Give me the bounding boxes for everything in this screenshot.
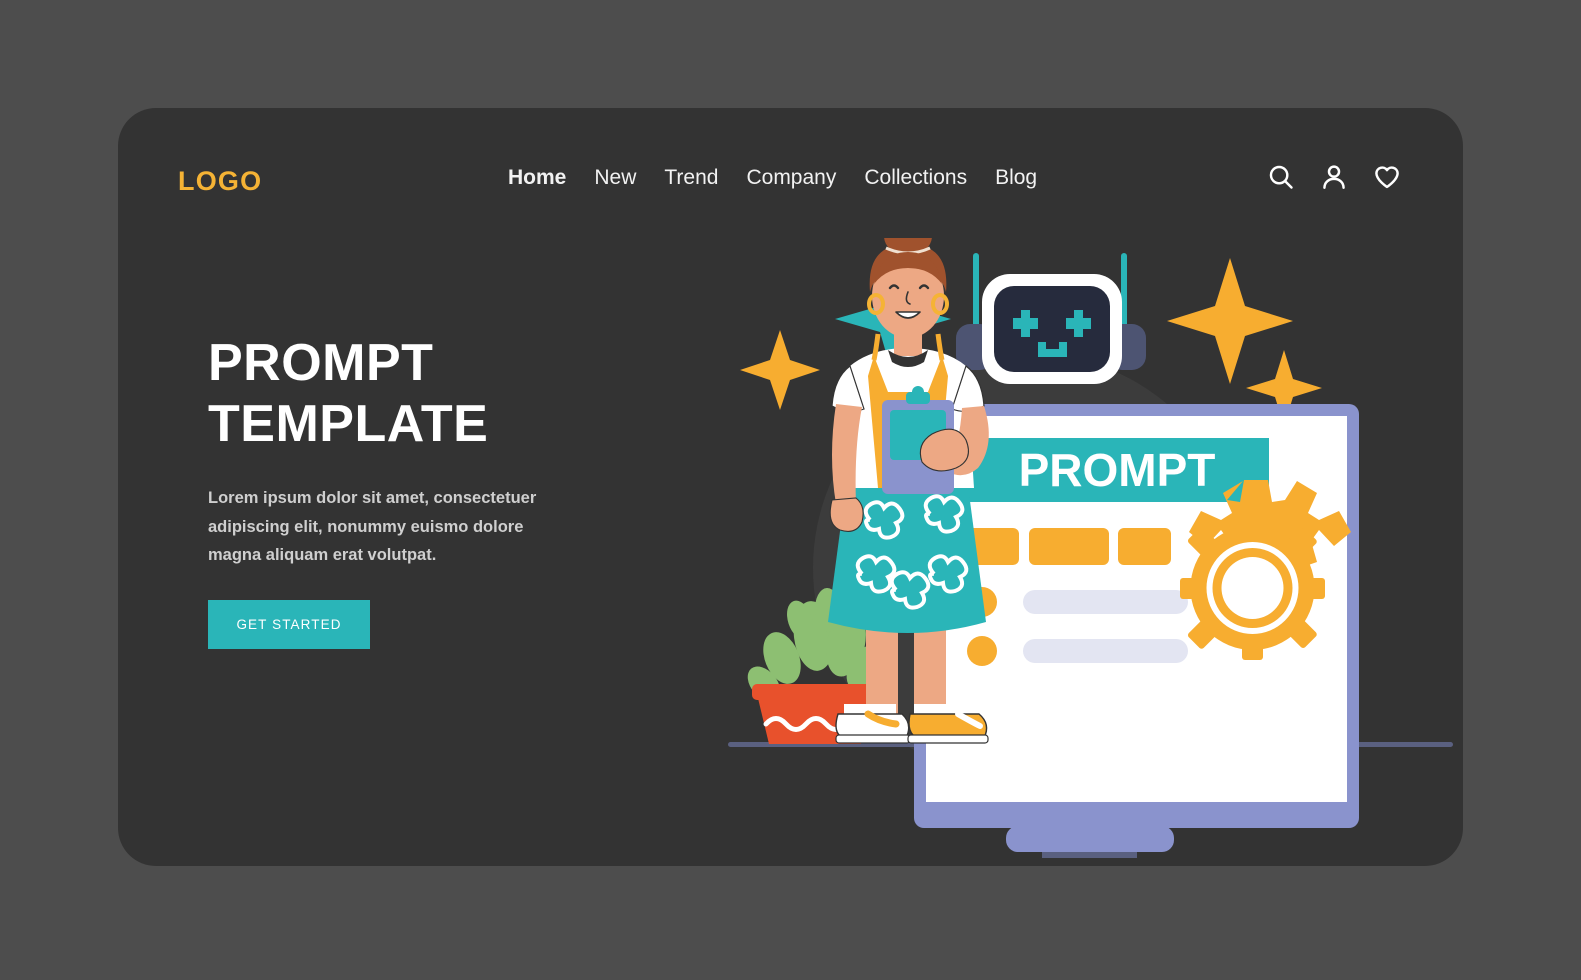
robot-face-screen [994,286,1110,372]
main-nav: Home New Trend Company Collections Blog [508,166,1037,190]
sparkle-orange-right-large [1167,258,1293,384]
screen-chip-3 [1118,528,1171,565]
robot-antenna-left [973,253,979,331]
nav-item-home[interactable]: Home [508,166,566,190]
monitor-base [1006,826,1174,852]
nav-item-new[interactable]: New [594,166,636,190]
nav-item-company[interactable]: Company [746,166,836,190]
plant-pot-rim [752,684,878,700]
hero-card: LOGO Home New Trend Company Collections … [118,108,1463,866]
hero-title-line-2: TEMPLATE [208,395,489,454]
character-clipboard-clip-knob [912,386,924,398]
brand-logo[interactable]: LOGO [178,166,262,197]
hero-illustration: PROMPT [718,238,1463,858]
hero-copy: PROMPT TEMPLATE Lorem ipsum dolor sit am… [208,333,648,650]
heart-icon[interactable] [1373,163,1401,191]
screen-bullet-bar-2 [1023,639,1188,663]
nav-item-trend[interactable]: Trend [664,166,718,190]
nav-item-collections[interactable]: Collections [864,166,967,190]
monitor: PROMPT [914,404,1359,858]
get-started-button[interactable]: GET STARTED [208,600,370,650]
hero-title-line-1: PROMPT [208,334,434,392]
user-icon[interactable] [1320,163,1348,191]
screen-banner-text: PROMPT [1019,444,1216,496]
page-title: PROMPT TEMPLATE [208,333,648,456]
screen-bullet-bar-1 [1023,590,1188,614]
robot-head [956,253,1146,384]
search-icon[interactable] [1267,163,1295,191]
hero-paragraph: Lorem ipsum dolor sit amet, consectetuer… [208,488,537,565]
site-header: LOGO Home New Trend Company Collections … [118,108,1463,258]
sparkle-orange-left [740,330,820,410]
screen-bullet-dot-2 [967,636,997,666]
screen-chip-2 [1029,528,1109,565]
nav-item-blog[interactable]: Blog [995,166,1037,190]
header-actions [1267,163,1401,191]
character-hand-left [829,497,864,532]
